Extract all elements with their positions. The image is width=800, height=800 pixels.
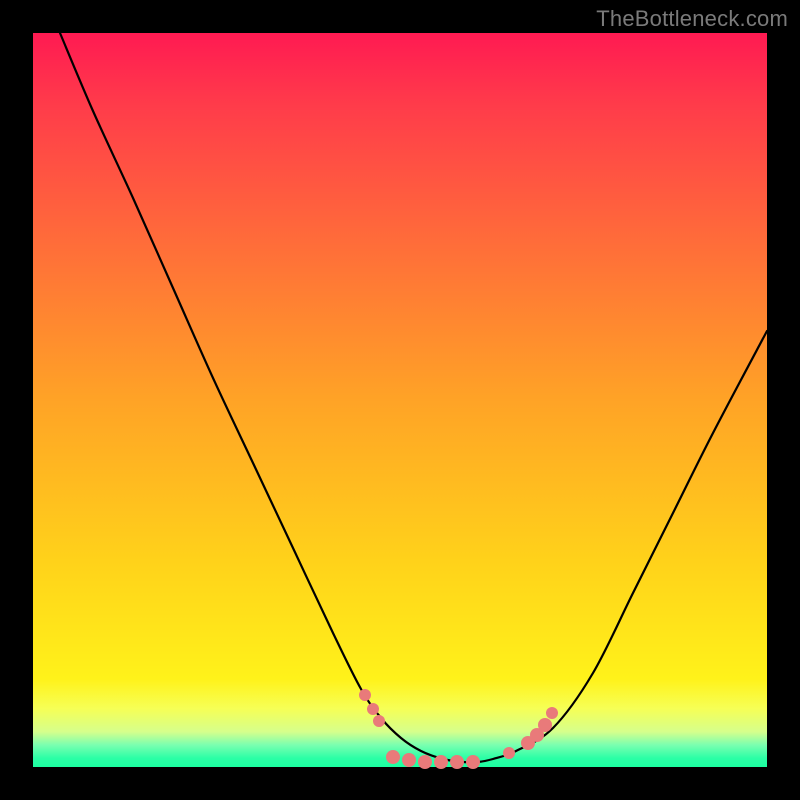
curve-marker [450,755,464,769]
curve-svg [33,33,767,767]
curve-marker [546,707,558,719]
curve-marker [373,715,385,727]
curve-marker [503,747,515,759]
curve-marker [434,755,448,769]
curve-marker [402,753,416,767]
chart-frame: TheBottleneck.com [0,0,800,800]
curve-marker [466,755,480,769]
curve-marker [386,750,400,764]
curve-marker [538,718,552,732]
watermark-label: TheBottleneck.com [596,6,788,32]
curve-markers [359,689,558,769]
plot-area [33,33,767,767]
curve-marker [367,703,379,715]
bottleneck-curve [60,33,767,762]
curve-marker [418,755,432,769]
curve-marker [359,689,371,701]
